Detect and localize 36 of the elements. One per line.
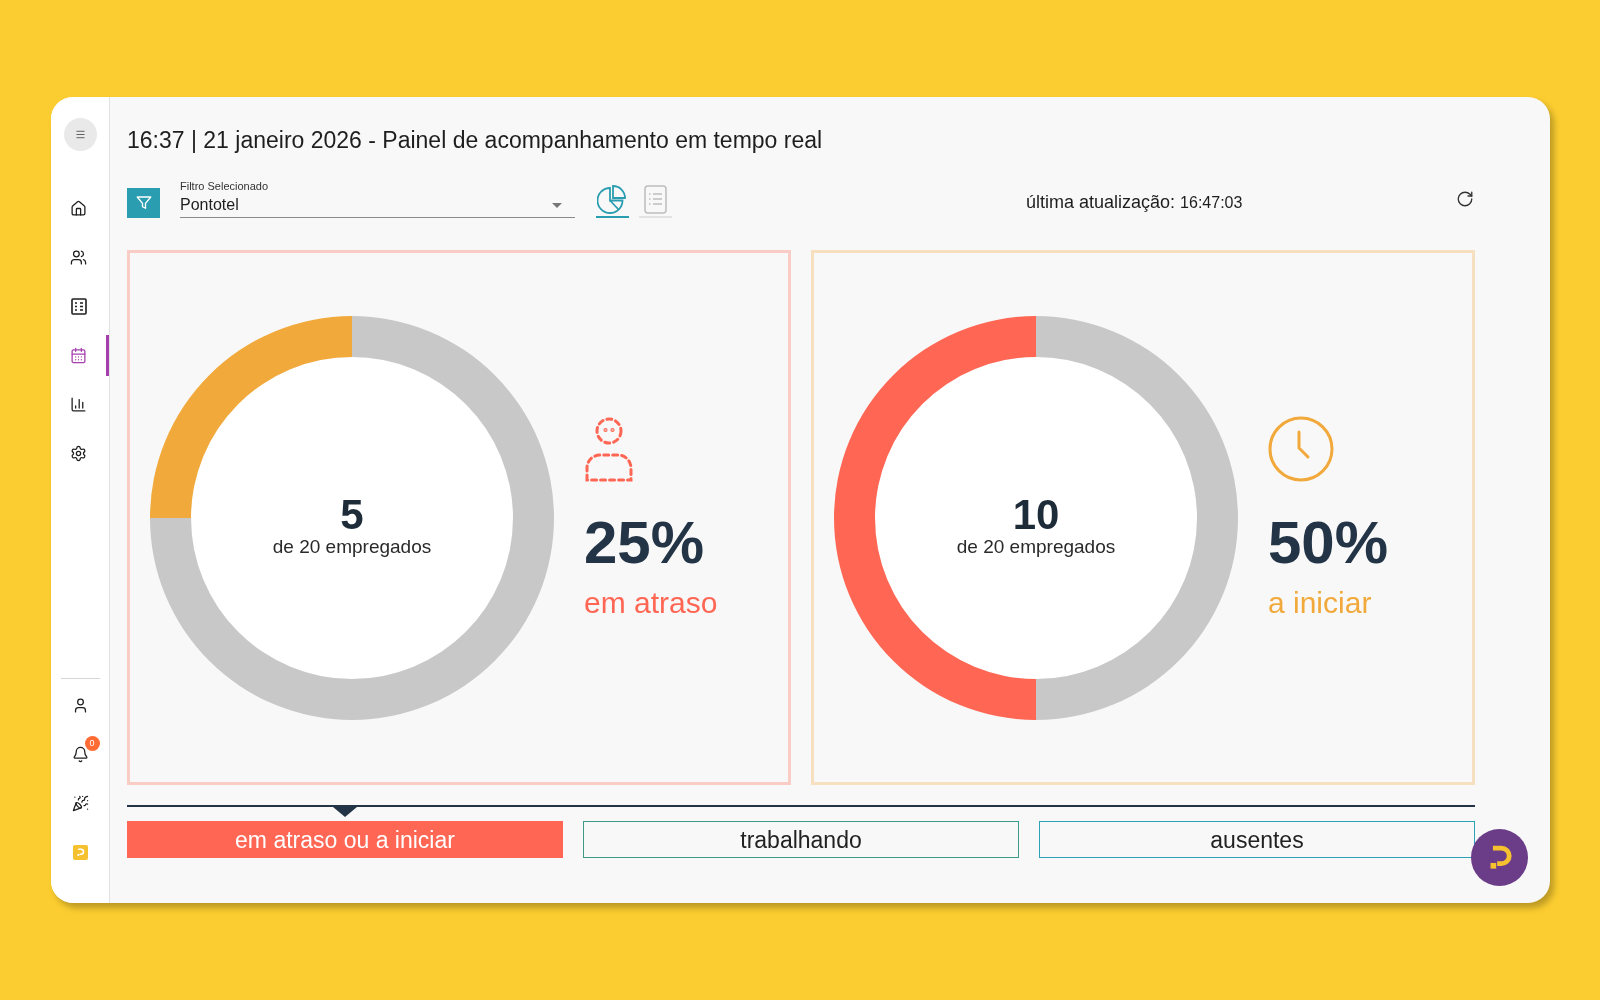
status-label: a iniciar <box>1268 585 1372 620</box>
filter-label: Filtro Selecionado <box>180 180 269 193</box>
filter-select[interactable]: Pontotel <box>180 193 575 218</box>
menu-icon <box>74 129 86 140</box>
list-document-icon <box>644 184 667 214</box>
home-icon <box>70 200 87 217</box>
caret-icon <box>552 202 562 208</box>
clock-icon <box>1268 415 1334 482</box>
dashed-person-icon <box>584 415 634 482</box>
chart-view-button[interactable] <box>596 182 629 218</box>
people-icon <box>70 249 87 266</box>
tab[interactable]: ausentes <box>1039 821 1475 858</box>
status-label: em atraso <box>584 585 718 620</box>
calendar-icon <box>70 347 87 364</box>
page-title: 16:37 | 21 janeiro 2026 - Painel de acompanhamento em tempo real <box>127 126 823 155</box>
chat-button[interactable] <box>1471 829 1528 886</box>
refresh-button[interactable] <box>1456 190 1474 208</box>
document-icon <box>70 298 87 315</box>
pie-chart-icon <box>597 184 628 214</box>
notification-badge: 0 <box>84 736 100 751</box>
donut-caption: de 20 empregados <box>272 535 432 558</box>
percent-value: 50% <box>1268 512 1389 573</box>
percent-value: 25% <box>584 512 705 573</box>
donut-count: 5 <box>340 493 364 536</box>
refresh-icon <box>1456 190 1474 208</box>
last-update-text: última atualização: 16:47:03 <box>1026 191 1243 214</box>
funnel-icon <box>134 194 153 212</box>
donut-caption: de 20 empregados <box>956 535 1116 558</box>
filter-button[interactable] <box>127 188 160 218</box>
bar-chart-icon <box>70 396 87 413</box>
bell-icon <box>71 746 89 763</box>
party-popper-icon <box>71 795 89 812</box>
donut-count: 10 <box>1012 493 1060 536</box>
logo-icon <box>72 845 88 860</box>
tab[interactable]: trabalhando <box>583 821 1019 858</box>
settings-icon <box>70 445 87 462</box>
